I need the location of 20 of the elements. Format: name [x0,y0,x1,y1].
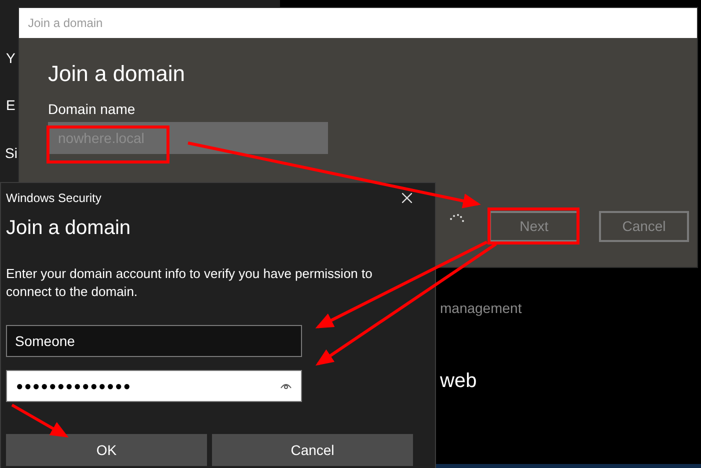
dialog-heading: Join a domain [48,60,186,88]
close-icon[interactable] [402,193,412,203]
password-field[interactable]: ●●●●●●●●●●●●●● [6,370,302,402]
dialog-message: Enter your domain account info to verify you have permission to connect to the domain. [6,265,374,301]
sidebar-text: Y [6,49,16,68]
sidebar-text: Si [5,144,18,163]
sidebar-text: E [6,96,16,115]
annotation-arrow [11,404,69,438]
window-title: Windows Security [6,190,102,207]
field-label: Domain name [48,100,136,118]
cancel-button[interactable]: Cancel [212,434,413,466]
ok-button[interactable]: OK [6,434,207,466]
username-field[interactable]: Someone [6,325,302,357]
window-title: Join a domain [28,15,103,32]
link-text: management [440,299,522,318]
dialog-heading: Join a domain [6,216,132,241]
password-value: ●●●●●●●●●●●●●● [16,378,132,395]
section-heading: web [440,369,477,394]
eye-icon[interactable] [280,382,292,390]
loading-spinner-icon [449,213,465,223]
